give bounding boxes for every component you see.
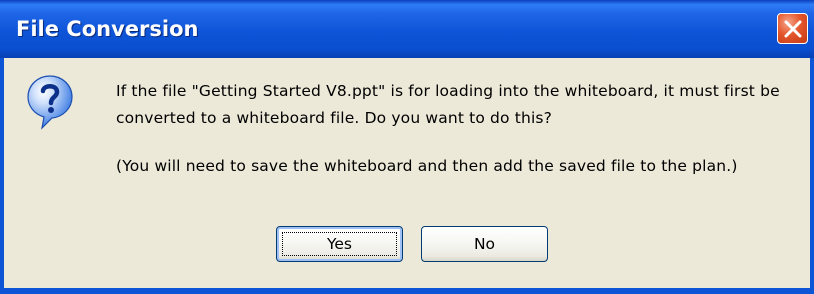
no-button-label: No [473,235,496,253]
message-question: If the file "Getting Started V8.ppt" is … [116,82,780,127]
yes-button[interactable]: Yes [276,226,403,262]
title-bar[interactable]: File Conversion [0,0,814,58]
close-button[interactable] [777,13,808,44]
no-button[interactable]: No [421,226,548,262]
question-icon [27,75,73,130]
message-text: If the file "Getting Started V8.ppt" is … [116,78,796,180]
window-title: File Conversion [16,17,199,41]
dialog-body: If the file "Getting Started V8.ppt" is … [4,58,810,288]
close-icon [784,20,802,38]
dialog-window: File Conversion If the file "Getting Sta… [0,0,814,294]
yes-button-label: Yes [326,235,353,253]
message-note: (You will need to save the whiteboard an… [116,157,738,175]
